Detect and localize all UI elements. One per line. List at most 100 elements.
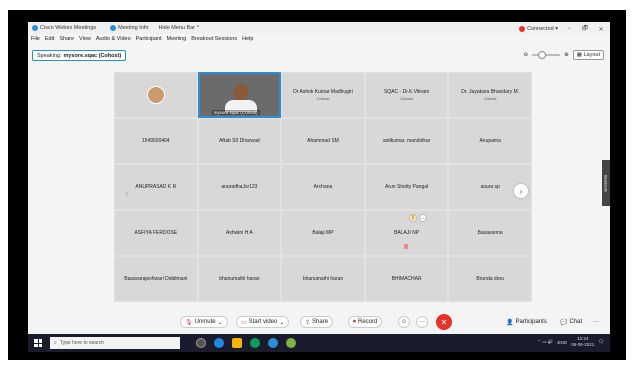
share-icon: ⇪ bbox=[305, 319, 311, 326]
webex-taskbar-icon[interactable] bbox=[268, 338, 278, 348]
participant-name: bhanumathi haran bbox=[219, 276, 260, 282]
participant-name: Ahammad SM bbox=[307, 138, 339, 144]
menu-share[interactable]: Share bbox=[59, 36, 74, 42]
menu-breakout-sessions[interactable]: Breakout Sessions bbox=[191, 36, 237, 42]
zoom-in-icon[interactable]: ⊕ bbox=[564, 52, 569, 58]
record-button[interactable]: ⏺ Record bbox=[348, 316, 383, 328]
participant-name: Basavanna bbox=[477, 230, 503, 236]
hide-menu-bar-button[interactable]: Hide Menu Bar ^ bbox=[158, 25, 199, 31]
close-icon: ✕ bbox=[440, 317, 448, 327]
participant-name: SQAC - Dr.K.Vikram bbox=[383, 89, 430, 95]
participant-tile[interactable]: Dr. Jayakara Bhandary M. Cohost bbox=[448, 72, 532, 118]
start-video-button[interactable]: ▭ Start video ⌄ bbox=[236, 316, 290, 328]
participant-tile[interactable]: SQAC - Dr.K.Vikram Cohost bbox=[364, 72, 449, 118]
participant-grid: mysore.sqac (Cohost) Dr Ashok Kumar Madh… bbox=[114, 72, 532, 302]
participant-role: Cohost bbox=[400, 96, 413, 101]
cortana-icon[interactable] bbox=[196, 338, 206, 348]
participant-name: Balaji MP bbox=[312, 230, 334, 236]
participant-tile[interactable]: Aftab S0 Dharwad bbox=[197, 118, 282, 164]
participant-name: 1549500404 bbox=[141, 138, 170, 144]
more-button[interactable]: ··· bbox=[416, 316, 428, 328]
muted-mic-icon bbox=[403, 244, 408, 249]
participant-name: Arun Shetty Pangal bbox=[385, 184, 429, 190]
clock[interactable]: 12:24 05-06-2021 bbox=[571, 336, 594, 348]
more-options-icon[interactable]: … bbox=[419, 214, 428, 222]
menu-meeting[interactable]: Meeting bbox=[167, 36, 187, 42]
participant-tile[interactable]: Dr Ashok Kumar Madhugiri Cohost bbox=[281, 72, 365, 118]
participant-tile[interactable]: 1549500404 bbox=[114, 118, 198, 164]
more-panels-button[interactable]: ··· bbox=[590, 316, 602, 328]
record-icon: ⏺ bbox=[353, 318, 357, 325]
participant-tile[interactable]: Basavarajeshwari Diddimani bbox=[114, 256, 198, 302]
side-notification-tab[interactable]: Bluetooth bbox=[602, 160, 610, 206]
meeting-info-button[interactable]: Meeting Info bbox=[110, 25, 148, 31]
share-button[interactable]: ⇪ Share bbox=[300, 316, 334, 328]
menu-audio-video[interactable]: Audio & Video bbox=[96, 36, 131, 42]
language-indicator[interactable]: ENG bbox=[557, 340, 567, 345]
participant-tile[interactable]: Anupama bbox=[448, 118, 532, 164]
title-bar: Cisco Webex Meetings Meeting Info Hide M… bbox=[28, 22, 610, 34]
next-page-button[interactable]: › bbox=[514, 184, 528, 198]
zoom-slider-knob[interactable] bbox=[538, 51, 547, 59]
minimize-button[interactable]: − bbox=[564, 26, 574, 32]
participant-name: Anupama bbox=[479, 138, 501, 144]
app-icon[interactable] bbox=[286, 338, 296, 348]
unmute-button[interactable]: 🎙 Unmute ⌄ bbox=[180, 316, 228, 328]
participant-name: Ashwini H A bbox=[226, 230, 253, 236]
participant-tile[interactable]: BHIMACHAR bbox=[364, 256, 449, 302]
maximize-button[interactable]: 🗗 bbox=[580, 24, 590, 34]
menu-help[interactable]: Help bbox=[242, 36, 253, 42]
participant-tile[interactable]: Arun Shetty Pangal bbox=[364, 164, 449, 210]
chevron-down-icon: ⌄ bbox=[279, 319, 285, 326]
participants-button[interactable]: 👤 Participants bbox=[502, 316, 551, 328]
reactions-button[interactable]: ☺ bbox=[398, 316, 410, 328]
menu-edit[interactable]: Edit bbox=[45, 36, 54, 42]
participant-tile[interactable]: Balaji MP bbox=[281, 210, 365, 256]
taskbar-search-input[interactable]: ⌕ Type here to search bbox=[50, 337, 180, 349]
participant-tile[interactable]: bhanumathi haran bbox=[197, 256, 282, 302]
participant-video-tile[interactable]: mysore.sqac (Cohost) bbox=[197, 72, 282, 118]
previous-page-button[interactable]: ‹ bbox=[120, 186, 134, 200]
participant-tile[interactable]: Brunda doru bbox=[448, 256, 532, 302]
participant-name: Basavarajeshwari Diddimani bbox=[124, 276, 188, 282]
participant-name: Aftab S0 Dharwad bbox=[219, 138, 260, 144]
zoom-out-icon[interactable]: ⊖ bbox=[524, 52, 529, 58]
mic-muted-icon: 🎙 bbox=[185, 319, 193, 326]
notifications-icon[interactable]: 🗨 bbox=[598, 339, 604, 345]
edge-icon[interactable] bbox=[214, 338, 224, 348]
participant-tile-hovered[interactable]: ✋… BALAJI NP bbox=[364, 210, 449, 256]
webex-logo-icon bbox=[32, 25, 38, 31]
close-button[interactable]: ✕ bbox=[596, 26, 606, 33]
participant-tile[interactable]: Ashwini H A bbox=[197, 210, 282, 256]
participant-tile[interactable]: ASFIYA FERDOSE bbox=[114, 210, 198, 256]
participant-name: Archana bbox=[313, 184, 333, 190]
end-meeting-button[interactable]: ✕ bbox=[436, 314, 452, 330]
participant-tile[interactable]: Basavanna bbox=[448, 210, 532, 256]
participant-role: Cohost bbox=[316, 96, 330, 101]
zoom-slider[interactable] bbox=[532, 51, 561, 59]
participant-tile[interactable]: Archana bbox=[281, 164, 365, 210]
participant-name: ASFIYA FERDOSE bbox=[134, 230, 178, 236]
tray-icons[interactable]: ⌃ ▭ 🔊 bbox=[537, 339, 553, 345]
participant-role: Cohost bbox=[483, 96, 497, 101]
raise-hand-icon[interactable]: ✋ bbox=[409, 214, 418, 222]
chat-button[interactable]: 💬 Chat bbox=[556, 316, 586, 328]
participant-tile[interactable]: anilkumar. mandolkar bbox=[364, 118, 449, 164]
participant-name: BALAJI NP bbox=[394, 230, 420, 236]
windows-start-icon[interactable] bbox=[34, 339, 42, 347]
menu-file[interactable]: File bbox=[31, 36, 40, 42]
participant-tile[interactable]: anuradhaJsr123 bbox=[197, 164, 282, 210]
participant-tile[interactable]: Ahammad SM bbox=[281, 118, 365, 164]
participant-name: ANUPRASAD K R bbox=[135, 184, 177, 190]
menu-participant[interactable]: Participant bbox=[136, 36, 162, 42]
avatar bbox=[146, 86, 165, 104]
chevron-down-icon: ⌄ bbox=[217, 319, 223, 326]
layout-button[interactable]: ▦ Layout bbox=[572, 50, 604, 60]
chrome-icon[interactable] bbox=[250, 338, 260, 348]
meeting-controls: 🎙 Unmute ⌄ ▭ Start video ⌄ ⇪ Share ⏺ Record ☺ … bbox=[28, 312, 610, 332]
menu-view[interactable]: View bbox=[79, 36, 91, 42]
file-explorer-icon[interactable] bbox=[232, 338, 242, 348]
participant-tile[interactable] bbox=[114, 72, 198, 118]
connection-status[interactable]: Connected ▾ bbox=[519, 26, 558, 32]
participant-tile[interactable]: bhanumathi haran bbox=[281, 256, 365, 302]
